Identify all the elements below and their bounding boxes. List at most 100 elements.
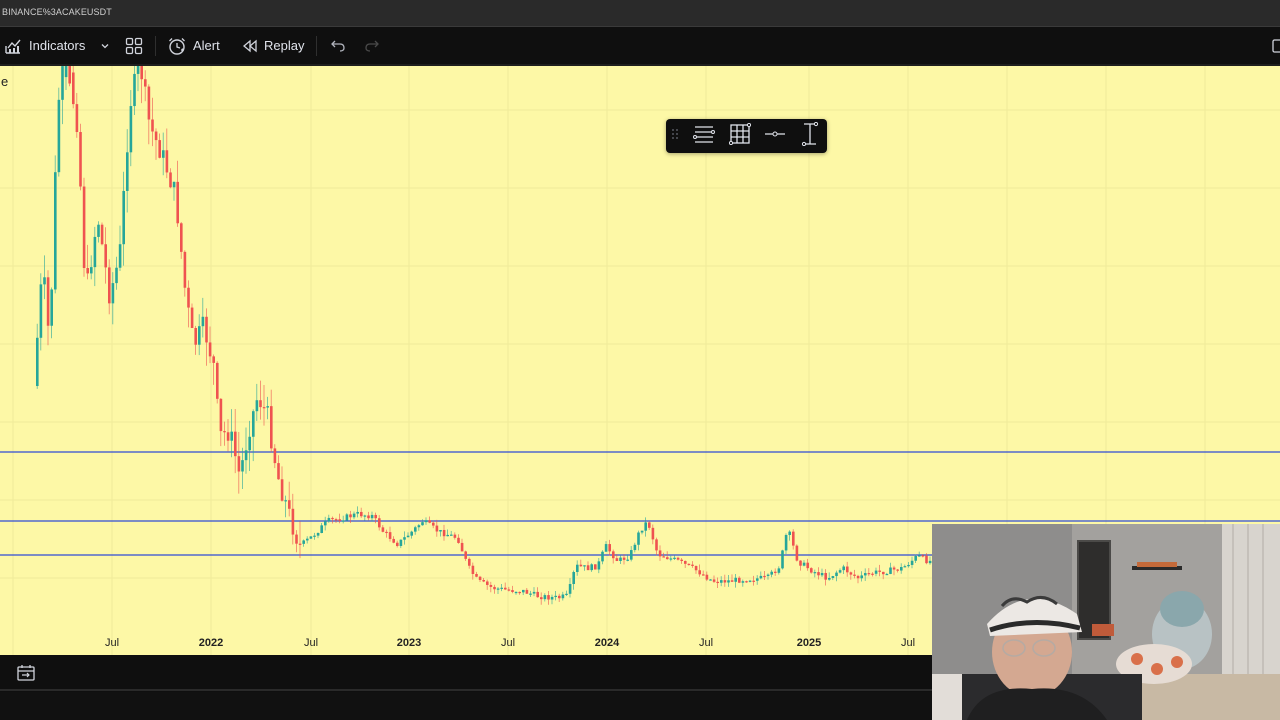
candle-body	[828, 577, 831, 580]
candle-body	[277, 463, 280, 480]
candle-body	[421, 522, 424, 526]
window-title: BINANCE%3ACAKEUSDT	[2, 7, 112, 17]
candle-body	[396, 542, 399, 546]
candle-body	[698, 570, 701, 575]
redo-button[interactable]	[364, 27, 380, 64]
candle-body	[885, 573, 889, 576]
candle-body	[370, 514, 374, 519]
grid-lines-button[interactable]	[727, 122, 753, 150]
indicators-dropdown-button[interactable]	[100, 27, 110, 64]
candle-body	[345, 514, 349, 521]
candle-body	[842, 566, 845, 571]
candle-body	[748, 580, 752, 582]
candle-body	[896, 569, 899, 571]
candle-body	[658, 550, 662, 557]
candle-body	[313, 535, 316, 537]
candle-body	[486, 581, 489, 585]
candle-body	[234, 431, 237, 457]
go-to-date-button[interactable]	[16, 655, 36, 690]
candle-body	[72, 72, 75, 105]
chevron-down-icon	[100, 41, 110, 51]
candle-body	[147, 86, 151, 120]
candle-body	[806, 562, 809, 569]
candle-body	[309, 536, 313, 539]
candle-body	[878, 570, 881, 572]
vertical-range-icon	[799, 121, 821, 151]
candle-body	[165, 150, 169, 173]
line-settings-button[interactable]	[691, 124, 717, 148]
candle-body	[496, 588, 500, 590]
candle-body	[738, 577, 741, 583]
candle-body	[453, 534, 457, 538]
candle-body	[255, 400, 259, 412]
window-icon	[1272, 38, 1280, 54]
candle-body	[471, 565, 475, 574]
candle-body	[849, 572, 853, 575]
candle-body	[230, 431, 233, 441]
candle-body	[820, 572, 824, 576]
candle-body	[846, 566, 849, 573]
candle-body	[550, 596, 554, 600]
candle-body	[597, 561, 601, 570]
candle-body	[788, 531, 791, 535]
candle-body	[684, 561, 687, 564]
candle-body	[756, 578, 759, 581]
candle-body	[388, 532, 392, 539]
candle-body	[594, 564, 597, 570]
candle-body	[511, 590, 514, 593]
time-axis-label: 2025	[797, 637, 821, 649]
candle-body	[201, 316, 205, 327]
drag-handle[interactable]	[668, 124, 682, 148]
candle-body	[280, 479, 284, 501]
layouts-button[interactable]	[125, 27, 143, 64]
candle-body	[824, 572, 827, 580]
candle-body	[54, 172, 57, 290]
candle-body	[745, 581, 748, 583]
candle-body	[532, 591, 536, 594]
candle-body	[601, 551, 604, 562]
candle-body	[666, 557, 669, 560]
indicators-button[interactable]: Indicators	[4, 27, 85, 64]
candle-body	[648, 522, 651, 528]
candle-body	[741, 581, 745, 583]
candle-body	[104, 244, 107, 268]
candle-body	[907, 564, 910, 567]
candle-body	[903, 566, 907, 568]
candle-body	[194, 328, 197, 345]
grid-icon	[728, 122, 752, 150]
candle-body	[108, 267, 111, 304]
candle-body	[424, 520, 428, 523]
candle-body	[75, 104, 79, 133]
layout-grid-icon	[125, 37, 143, 55]
candle-body	[428, 520, 431, 523]
candle-body	[457, 537, 460, 543]
candle-body	[378, 518, 381, 528]
candle-body	[162, 150, 165, 158]
candle-body	[324, 521, 327, 526]
candle-body	[417, 525, 421, 528]
alert-button[interactable]: Alert	[167, 27, 220, 64]
fullscreen-button[interactable]	[1272, 27, 1280, 64]
replay-button[interactable]: Replay	[241, 27, 304, 64]
candle-body	[68, 66, 71, 84]
horizontal-ray-button[interactable]	[762, 124, 788, 148]
time-axis-label: 2024	[595, 637, 620, 649]
candle-body	[90, 267, 93, 274]
candle-body	[655, 539, 658, 551]
candle-body	[514, 591, 518, 594]
presenter-image	[932, 524, 1280, 720]
candle-body	[478, 576, 482, 580]
candle-body	[172, 181, 176, 188]
candle-body	[198, 326, 201, 345]
candle-body	[414, 527, 417, 532]
candle-body	[802, 562, 806, 566]
candle-body	[558, 595, 561, 599]
candle-body	[619, 557, 622, 561]
candle-body	[810, 568, 813, 573]
candle-body	[612, 551, 615, 559]
undo-button[interactable]	[330, 27, 346, 64]
candle-body	[338, 519, 341, 521]
candle-body	[781, 550, 784, 569]
vertical-range-button[interactable]	[797, 121, 823, 151]
candle-body	[867, 573, 871, 575]
